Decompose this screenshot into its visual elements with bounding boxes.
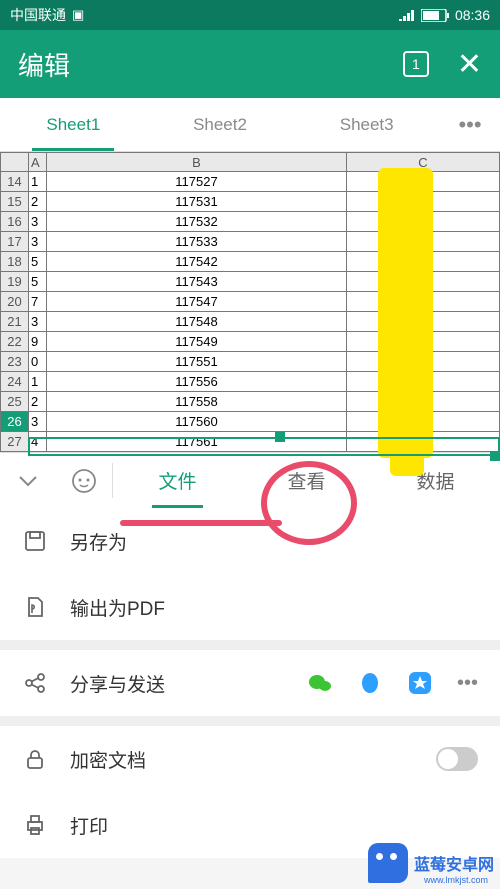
save-icon	[22, 529, 48, 553]
menu-save-as[interactable]: 另存为	[0, 508, 500, 574]
cell[interactable]: 3	[29, 312, 47, 332]
cell[interactable]: 5	[29, 272, 47, 292]
collapse-toolbar-button[interactable]	[0, 453, 56, 508]
sim-icon: ▣	[72, 7, 84, 23]
menu-encrypt[interactable]: 加密文档	[0, 726, 500, 792]
cell[interactable]: 117527	[47, 172, 347, 192]
cell[interactable]: 1	[29, 372, 47, 392]
tool-tab-file[interactable]: 文件	[113, 453, 242, 508]
row-header[interactable]: 15	[1, 192, 29, 212]
wechat-icon[interactable]	[307, 670, 333, 696]
cell[interactable]: 117556	[47, 372, 347, 392]
cell[interactable]: 0	[29, 352, 47, 372]
cell[interactable]: 117549	[47, 332, 347, 352]
row-header[interactable]: 25	[1, 392, 29, 412]
tab-count-button[interactable]: 1	[403, 51, 429, 77]
cell[interactable]: 117551	[47, 352, 347, 372]
menu-label: 另存为	[70, 528, 478, 555]
cell[interactable]: 3	[29, 212, 47, 232]
close-icon[interactable]: ✕	[457, 47, 482, 82]
sheet-tabs: Sheet1 Sheet2 Sheet3 •••	[0, 98, 500, 152]
cell[interactable]: 2	[29, 392, 47, 412]
status-bar: 中国联通 ▣ 08:36	[0, 0, 500, 30]
row-header[interactable]: 20	[1, 292, 29, 312]
watermark-icon	[368, 843, 408, 883]
battery-icon	[421, 9, 449, 22]
share-icon	[22, 671, 48, 695]
yellow-highlight-tail	[390, 446, 424, 476]
row-header[interactable]: 24	[1, 372, 29, 392]
selection-handle[interactable]	[490, 451, 500, 461]
cell[interactable]: 5	[29, 252, 47, 272]
tool-tabs: 文件 查看 数据	[0, 452, 500, 508]
menu-export-pdf[interactable]: 输出为PDF	[0, 574, 500, 640]
menu-label: 输出为PDF	[70, 594, 478, 621]
title-bar: 编辑 1 ✕	[0, 30, 500, 98]
yellow-highlight	[378, 168, 433, 458]
cell[interactable]: 4	[29, 432, 47, 452]
star-share-icon[interactable]	[407, 670, 433, 696]
row-header[interactable]: 26	[1, 412, 29, 432]
row-header[interactable]: 14	[1, 172, 29, 192]
watermark-text: 蓝莓安卓网	[414, 851, 494, 875]
signal-icon	[399, 9, 415, 21]
cell[interactable]: 3	[29, 412, 47, 432]
cell[interactable]: 117548	[47, 312, 347, 332]
cell[interactable]: 9	[29, 332, 47, 352]
assistant-icon[interactable]	[56, 453, 112, 508]
cell[interactable]: 2	[29, 192, 47, 212]
col-header-a[interactable]: A	[29, 153, 47, 172]
cell[interactable]: 117532	[47, 212, 347, 232]
pdf-icon	[22, 595, 48, 619]
sheet-more-button[interactable]: •••	[440, 98, 500, 151]
cell[interactable]: 3	[29, 232, 47, 252]
row-header[interactable]: 17	[1, 232, 29, 252]
menu-label: 加密文档	[70, 746, 414, 773]
file-menu: 另存为 输出为PDF 分享与发送	[0, 508, 500, 858]
row-header[interactable]: 27	[1, 432, 29, 452]
cell[interactable]: 117560	[47, 412, 347, 432]
sheet-tab-3[interactable]: Sheet3	[293, 98, 440, 151]
watermark-url: www.lmkjst.com	[424, 875, 488, 885]
cell[interactable]: 1	[29, 172, 47, 192]
more-share-icon[interactable]: •••	[457, 672, 478, 695]
qq-icon[interactable]	[357, 670, 383, 696]
encrypt-toggle[interactable]	[436, 747, 478, 771]
watermark: 蓝莓安卓网 www.lmkjst.com	[368, 843, 494, 883]
sheet-tab-1[interactable]: Sheet1	[0, 98, 147, 151]
row-header[interactable]: 23	[1, 352, 29, 372]
col-header-b[interactable]: B	[47, 153, 347, 172]
row-header[interactable]: 21	[1, 312, 29, 332]
corner-cell[interactable]	[1, 153, 29, 172]
lock-icon	[22, 747, 48, 771]
cell[interactable]: 117558	[47, 392, 347, 412]
tab-count-value: 1	[412, 56, 420, 72]
row-header[interactable]: 22	[1, 332, 29, 352]
cell[interactable]: 117542	[47, 252, 347, 272]
selection-handle[interactable]	[275, 432, 285, 442]
menu-label: 打印	[70, 812, 478, 839]
menu-label: 分享与发送	[70, 670, 285, 697]
menu-share[interactable]: 分享与发送 •••	[0, 650, 500, 716]
cell[interactable]: 117561	[47, 432, 347, 452]
cell[interactable]: 117547	[47, 292, 347, 312]
print-icon	[22, 813, 48, 837]
clock-label: 08:36	[455, 7, 490, 23]
cell[interactable]: 7	[29, 292, 47, 312]
row-header[interactable]: 18	[1, 252, 29, 272]
tool-tab-view[interactable]: 查看	[242, 453, 371, 508]
row-header[interactable]: 16	[1, 212, 29, 232]
cell[interactable]: 117543	[47, 272, 347, 292]
cell[interactable]: 117533	[47, 232, 347, 252]
cell[interactable]: 117531	[47, 192, 347, 212]
carrier-label: 中国联通	[10, 5, 66, 25]
row-header[interactable]: 19	[1, 272, 29, 292]
sheet-tab-2[interactable]: Sheet2	[147, 98, 294, 151]
page-title: 编辑	[18, 46, 403, 83]
